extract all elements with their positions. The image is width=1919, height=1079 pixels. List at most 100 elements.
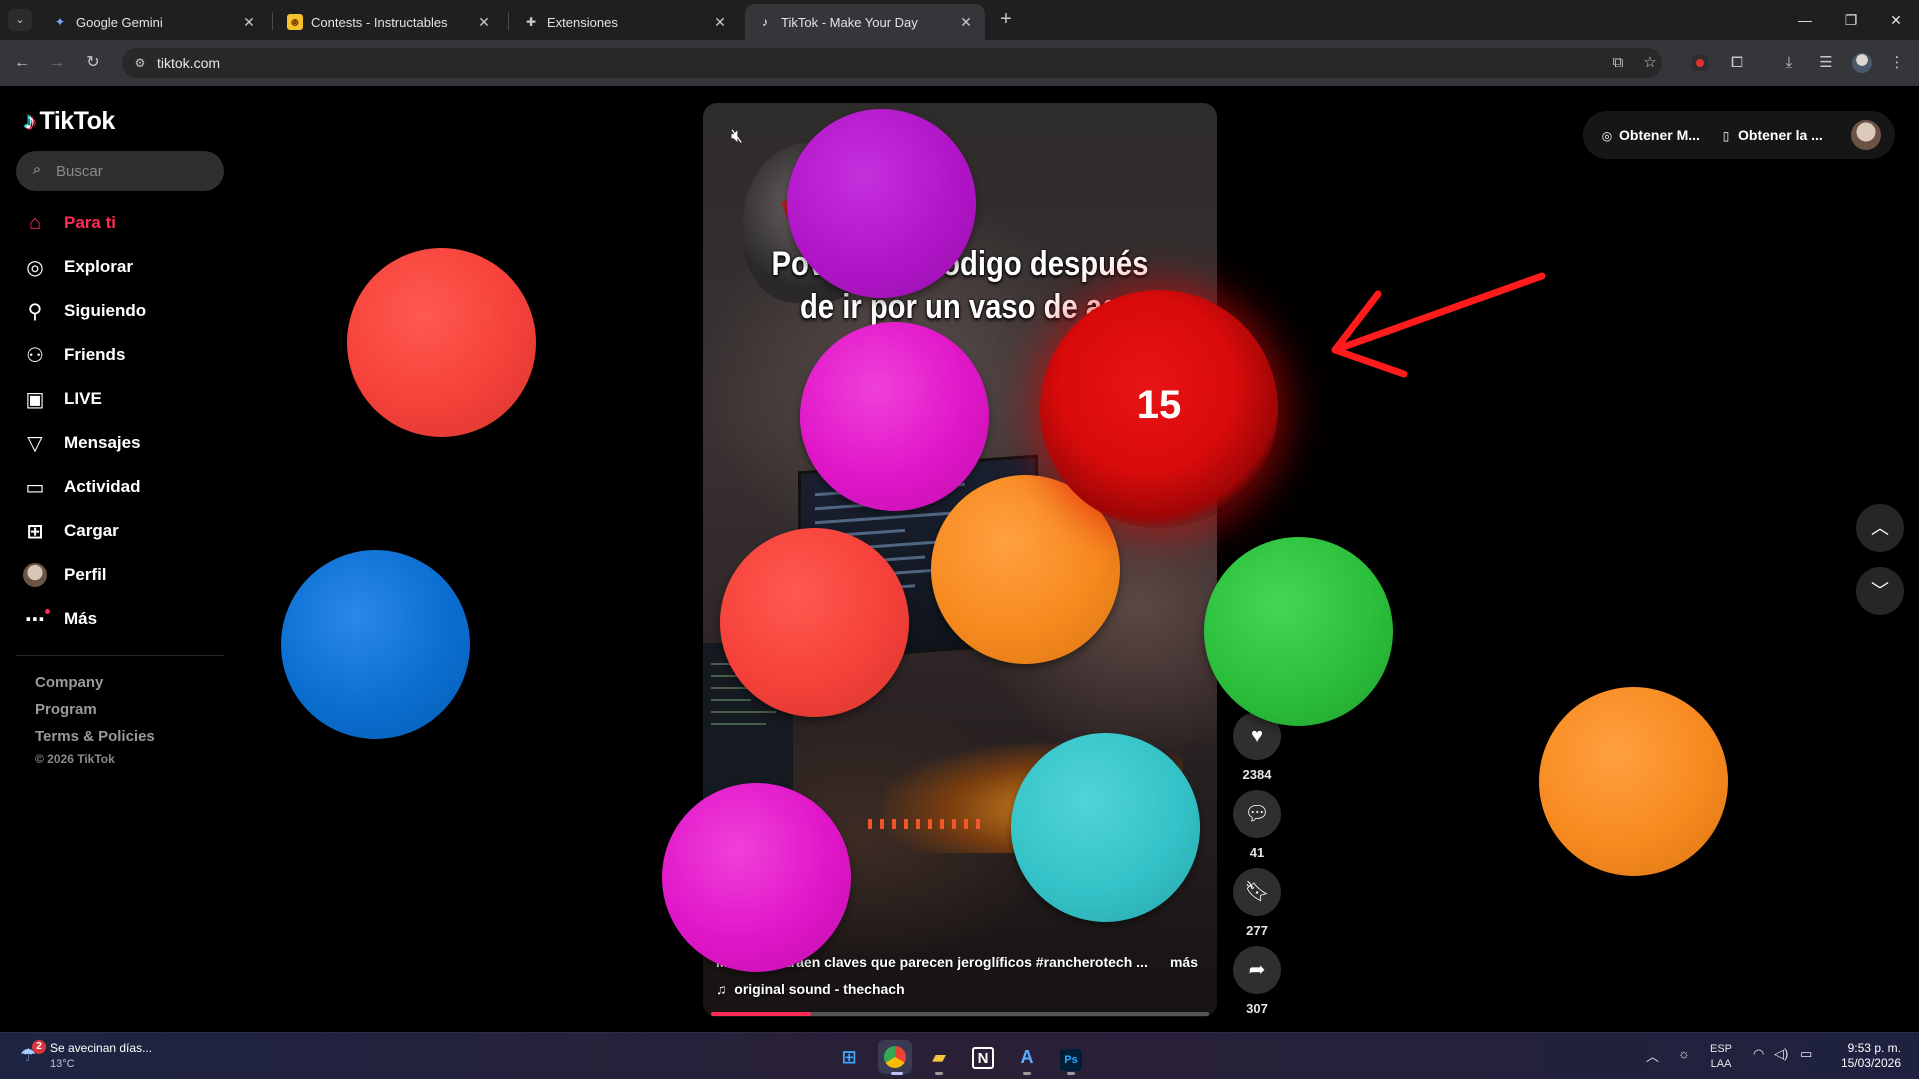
bubble-red-left[interactable] (347, 248, 536, 437)
messages-icon: ▽ (27, 432, 43, 455)
back-button[interactable]: ← (11, 52, 33, 74)
nav-explorar[interactable]: ◎ Explorar (20, 249, 133, 285)
share-icon: ➦ (1248, 959, 1266, 981)
reload-button[interactable]: ↻ (82, 52, 104, 74)
minimize-button[interactable]: — (1782, 8, 1828, 32)
footer-company[interactable]: Company (35, 674, 103, 691)
bubble-blue[interactable] (281, 550, 470, 739)
taskbar-file-explorer[interactable]: ▰ (922, 1040, 956, 1074)
bookmark-star-icon[interactable]: ☆ (1639, 52, 1661, 74)
mute-icon[interactable]: 🔇︎ (723, 123, 751, 151)
close-icon[interactable]: ✕ (957, 13, 975, 31)
more-link[interactable]: más (1170, 954, 1198, 970)
close-icon[interactable]: ✕ (240, 13, 258, 31)
puzzle-icon: ✚ (525, 15, 537, 29)
address-bar[interactable] (122, 48, 1662, 78)
profile-avatar[interactable] (1852, 53, 1872, 73)
start-button[interactable]: ⊞ (832, 1040, 866, 1074)
video-leds (868, 819, 988, 829)
downloads-icon[interactable]: ⤓ (1778, 52, 1800, 74)
forward-button[interactable]: → (46, 52, 68, 74)
restore-button[interactable]: ❐ (1828, 8, 1874, 32)
new-tab-button[interactable]: + (993, 8, 1019, 32)
taskbar-app-a[interactable]: A (1010, 1040, 1044, 1074)
tab-search-button[interactable]: ⌄ (8, 9, 32, 31)
tiktok-logo[interactable]: ♪ TikTok (24, 107, 115, 136)
tab-tiktok[interactable]: ♪ TikTok - Make Your Day ✕ (745, 4, 985, 40)
volume-icon[interactable]: ◁) (1774, 1046, 1788, 1062)
battery-icon[interactable]: ▭ (1800, 1046, 1812, 1062)
install-app-icon[interactable]: ⧉ (1607, 52, 1629, 74)
footer-terms[interactable]: Terms & Policies (35, 728, 155, 745)
photoshop-icon: Ps (1060, 1049, 1082, 1071)
taskbar-chrome-indicator (891, 1072, 903, 1075)
nav-cargar[interactable]: ⊞ Cargar (20, 513, 119, 549)
nav-actividad[interactable]: ▭ Actividad (20, 469, 141, 505)
avatar (20, 560, 50, 590)
search-input[interactable]: ⌕ Buscar (16, 151, 224, 191)
footer-program[interactable]: Program (35, 701, 97, 718)
app-a-icon: A (1020, 1047, 1034, 1067)
site-info-icon[interactable]: ⚙ (131, 54, 149, 72)
taskbar-chrome[interactable] (878, 1040, 912, 1074)
bubble-purple[interactable] (787, 109, 976, 298)
share-button[interactable]: ➦ (1233, 946, 1281, 994)
tab-extensiones[interactable]: ✚ Extensiones ✕ (511, 4, 739, 40)
url-text[interactable]: tiktok.com (157, 55, 220, 71)
bubble-orange-right[interactable] (1539, 687, 1728, 876)
following-icon: ⚲ (27, 300, 43, 323)
bubble-green[interactable] (1204, 537, 1393, 726)
record-extension-icon[interactable] (1692, 55, 1708, 71)
compass-icon: ◎ (26, 256, 44, 279)
menu-icon[interactable]: ⋮ (1886, 52, 1908, 74)
extensions-icon[interactable]: ⧠ (1726, 52, 1748, 74)
brightness-icon[interactable]: ☼ (1678, 1046, 1690, 1061)
notification-dot (45, 609, 50, 614)
video-sound[interactable]: ♫ original sound - thechach (716, 981, 905, 997)
close-icon[interactable]: ✕ (475, 13, 493, 31)
tab-divider (272, 12, 273, 30)
gemini-icon: ✦ (54, 15, 66, 29)
comment-button[interactable]: 💬︎ (1233, 790, 1281, 838)
wifi-icon[interactable]: ◠ (1753, 1046, 1764, 1062)
taskbar-notion[interactable]: N (966, 1040, 1000, 1074)
tray-overflow-icon[interactable]: ︿ (1646, 1046, 1659, 1065)
nav-para-ti[interactable]: ⌂ Para ti (20, 205, 116, 241)
clock[interactable]: 9:53 p. m. 15/03/2026 (1841, 1041, 1901, 1071)
taskbar-photoshop[interactable]: Ps (1054, 1040, 1088, 1074)
video-progress-bar[interactable] (711, 1012, 1209, 1016)
nav-perfil[interactable]: Perfil (20, 557, 107, 593)
user-avatar[interactable] (1851, 120, 1881, 150)
nav-siguiendo[interactable]: ⚲ Siguiendo (20, 293, 147, 329)
close-icon[interactable]: ✕ (711, 13, 729, 31)
phone-icon: ▯ (1722, 129, 1730, 143)
reading-list-icon[interactable]: ☰ (1815, 52, 1837, 74)
like-count: 2384 (1242, 767, 1272, 782)
bubble-teal[interactable] (1011, 733, 1200, 922)
bookmark-icon: 🔖︎ (1244, 881, 1270, 903)
bubble-highlight-number: 15 (1136, 383, 1182, 427)
windows-icon: ⊞ (841, 1047, 857, 1067)
nav-mensajes[interactable]: ▽ Mensajes (20, 425, 140, 461)
close-window-button[interactable]: ✕ (1873, 8, 1919, 32)
next-video-button[interactable]: ﹀ (1856, 567, 1904, 615)
nav-mas[interactable]: ⋯ Más (20, 601, 97, 637)
bubble-magenta-bottom[interactable] (662, 783, 851, 972)
previous-video-button[interactable]: ︿ (1856, 504, 1904, 552)
get-coins-button[interactable]: ◎ Obtener M... (1599, 127, 1700, 143)
screen: ⌄ ✦ Google Gemini ✕ ☻ Contests - Instruc… (0, 0, 1919, 1079)
coin-icon: ◎ (1601, 129, 1613, 143)
live-icon: ▣ (25, 388, 45, 411)
tab-instructables[interactable]: ☻ Contests - Instructables ✕ (275, 4, 503, 40)
bubble-red-center[interactable] (720, 528, 909, 717)
get-app-button[interactable]: ▯ Obtener la ... (1718, 127, 1823, 143)
language-indicator[interactable]: ESP LAA (1710, 1042, 1732, 1072)
nav-live[interactable]: ▣ LIVE (20, 381, 102, 417)
save-button[interactable]: 🔖︎ (1233, 868, 1281, 916)
comment-count: 41 (1249, 845, 1265, 860)
nav-friends[interactable]: ⚇ Friends (20, 337, 125, 373)
tab-google-gemini[interactable]: ✦ Google Gemini ✕ (40, 4, 268, 40)
chevron-down-icon: ﹀ (1871, 581, 1889, 601)
bubble-magenta-top[interactable] (800, 322, 989, 511)
weather-title[interactable]: Se avecinan días... (50, 1041, 152, 1055)
